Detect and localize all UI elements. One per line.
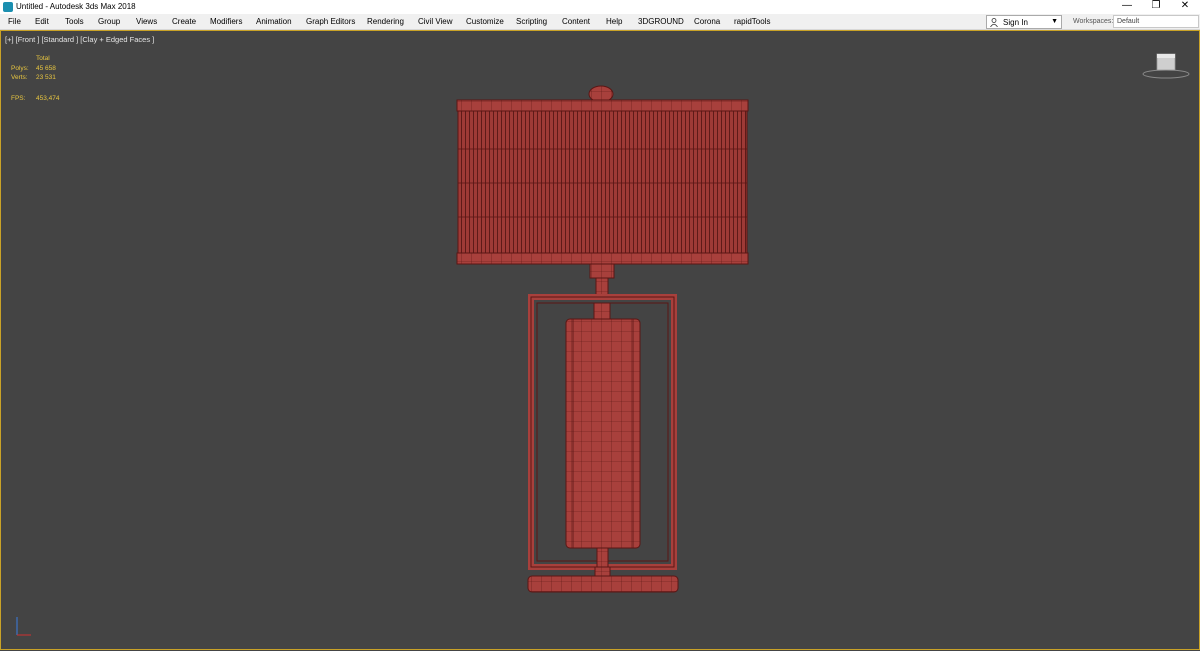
menu-edit[interactable]: Edit xyxy=(35,17,49,26)
workspaces-label: Workspaces: xyxy=(1073,18,1114,25)
menu-create[interactable]: Create xyxy=(172,17,196,26)
menu-customize[interactable]: Customize xyxy=(466,17,504,26)
menu-bar: File Edit Tools Group Views Create Modif… xyxy=(0,14,1200,30)
menu-group[interactable]: Group xyxy=(98,17,120,26)
menu-corona[interactable]: Corona xyxy=(694,17,720,26)
menu-tools[interactable]: Tools xyxy=(65,17,84,26)
menu-3dground[interactable]: 3DGROUND xyxy=(638,17,684,26)
3dsmax-app-icon xyxy=(3,2,13,12)
menu-help[interactable]: Help xyxy=(606,17,622,26)
menu-views[interactable]: Views xyxy=(136,17,157,26)
menu-scripting[interactable]: Scripting xyxy=(516,17,547,26)
menu-modifiers[interactable]: Modifiers xyxy=(210,17,242,26)
person-icon xyxy=(990,18,998,27)
minimize-button[interactable]: — xyxy=(1114,0,1140,13)
table-lamp-wireframe[interactable] xyxy=(1,31,1200,651)
menu-rapidtools[interactable]: rapidTools xyxy=(734,17,770,26)
viewport-front[interactable]: [+] [Front ] [Standard ] [Clay + Edged F… xyxy=(0,30,1200,650)
close-button[interactable]: ✕ xyxy=(1172,0,1198,13)
menu-civil-view[interactable]: Civil View xyxy=(418,17,453,26)
menu-rendering[interactable]: Rendering xyxy=(367,17,404,26)
menu-animation[interactable]: Animation xyxy=(256,17,292,26)
window-title: Untitled - Autodesk 3ds Max 2018 xyxy=(16,2,136,11)
axis-gizmo-icon xyxy=(16,617,31,636)
menu-file[interactable]: File xyxy=(8,17,21,26)
workspaces-select[interactable]: Default xyxy=(1113,15,1199,28)
menu-content[interactable]: Content xyxy=(562,17,590,26)
maximize-button[interactable]: ❐ xyxy=(1143,0,1169,13)
menu-graph-editors[interactable]: Graph Editors xyxy=(306,17,355,26)
sign-in-dropdown[interactable]: Sign In ▼ xyxy=(986,15,1062,29)
sign-in-label: Sign In xyxy=(1003,18,1028,27)
title-bar: Untitled - Autodesk 3ds Max 2018 — ❐ ✕ xyxy=(0,0,1200,14)
chevron-down-icon: ▼ xyxy=(1051,18,1058,25)
